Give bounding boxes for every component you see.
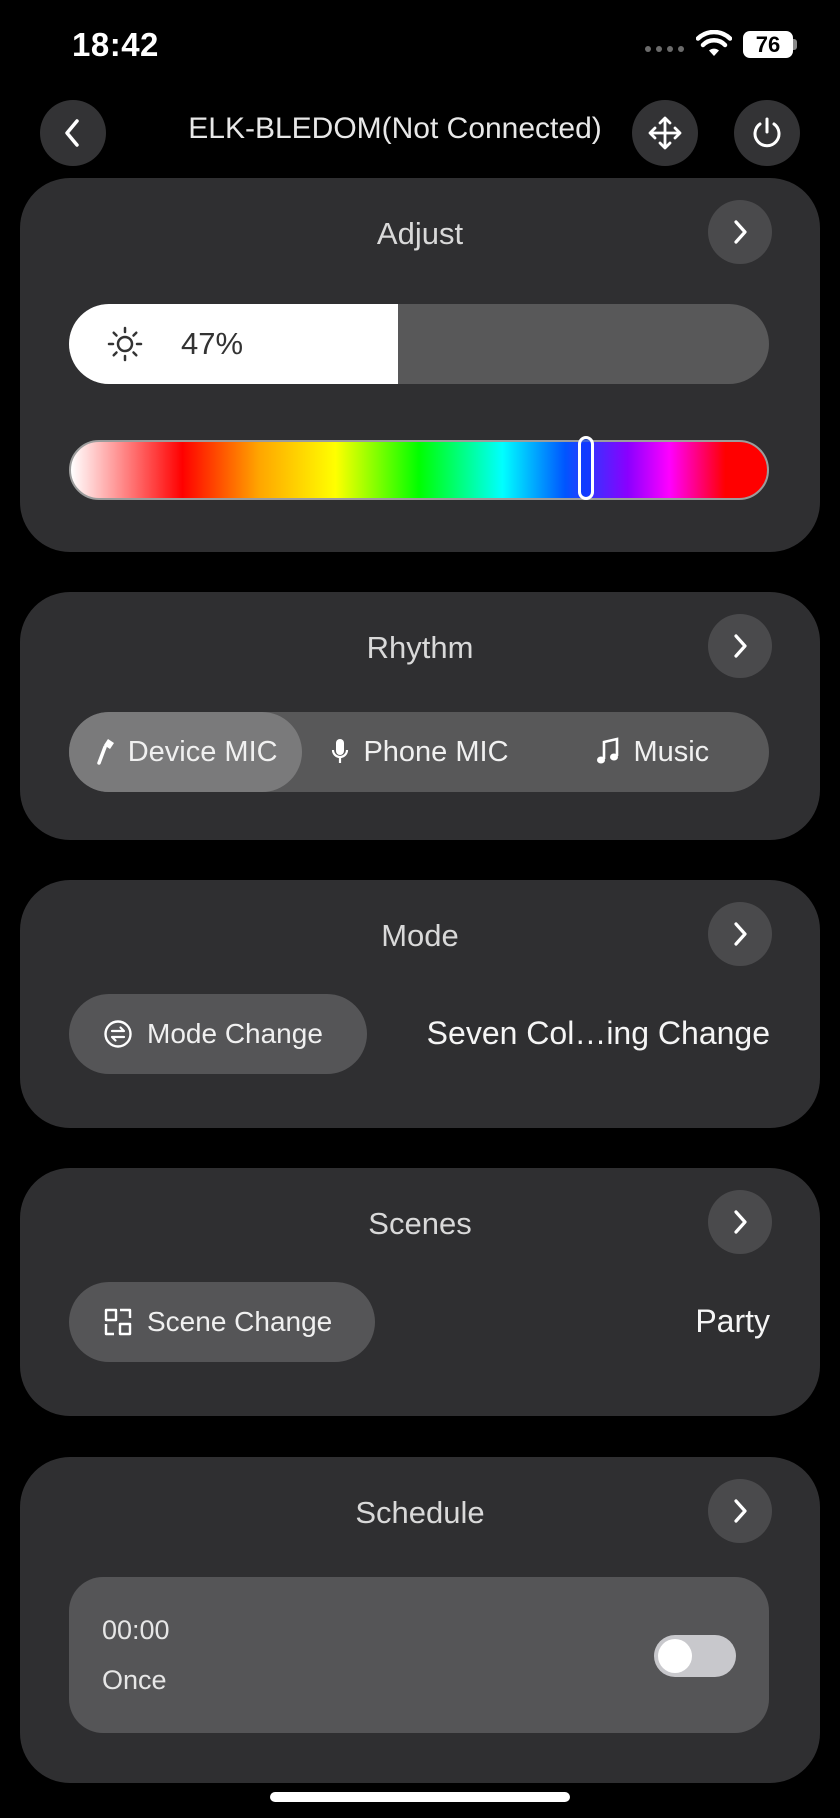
mode-change-button[interactable]: Mode Change bbox=[69, 994, 367, 1074]
wifi-icon bbox=[696, 30, 732, 56]
rhythm-card: Rhythm Device MIC Phone MIC Music bbox=[20, 592, 820, 840]
chevron-right-icon bbox=[734, 1499, 747, 1523]
sun-icon bbox=[107, 326, 143, 362]
chevron-right-icon bbox=[734, 922, 747, 946]
mode-card: Mode Mode Change Seven Col…ing Change bbox=[20, 880, 820, 1128]
color-slider-thumb[interactable] bbox=[578, 436, 595, 500]
rhythm-option-label: Music bbox=[633, 735, 710, 768]
move-arrows-icon bbox=[648, 116, 682, 150]
scenes-title: Scenes bbox=[368, 1206, 472, 1241]
schedule-repeat: Once bbox=[102, 1665, 167, 1695]
schedule-title: Schedule bbox=[355, 1495, 485, 1530]
status-time: 18:42 bbox=[72, 26, 159, 63]
mode-more-button[interactable] bbox=[708, 902, 772, 966]
move-button[interactable] bbox=[632, 100, 698, 166]
brightness-value: 47% bbox=[181, 326, 244, 361]
scene-switch-icon bbox=[104, 1308, 132, 1336]
chevron-right-icon bbox=[734, 1210, 747, 1234]
scenes-card: Scenes Scene Change Party bbox=[20, 1168, 820, 1416]
home-indicator bbox=[270, 1792, 570, 1802]
rhythm-source-selector: Device MIC Phone MIC Music bbox=[69, 712, 769, 792]
scenes-more-button[interactable] bbox=[708, 1190, 772, 1254]
schedule-more-button[interactable] bbox=[708, 1479, 772, 1543]
chevron-right-icon bbox=[734, 220, 747, 244]
cellular-signal-icon bbox=[645, 46, 684, 52]
schedule-card: Schedule 00:00 Once bbox=[20, 1457, 820, 1783]
adjust-more-button[interactable] bbox=[708, 200, 772, 264]
schedule-toggle[interactable] bbox=[654, 1635, 736, 1677]
rhythm-option-phone-mic[interactable]: Phone MIC bbox=[302, 712, 535, 792]
battery-cap bbox=[793, 39, 797, 50]
rhythm-option-music[interactable]: Music bbox=[536, 712, 769, 792]
color-slider[interactable] bbox=[69, 436, 769, 500]
chevron-right-icon bbox=[734, 634, 747, 658]
microphone-icon bbox=[332, 739, 349, 763]
scene-change-button[interactable]: Scene Change bbox=[69, 1282, 375, 1362]
schedule-entry[interactable]: 00:00 Once bbox=[69, 1577, 769, 1733]
mode-change-label: Mode Change bbox=[147, 1018, 323, 1049]
music-note-icon bbox=[597, 737, 619, 764]
rhythm-more-button[interactable] bbox=[708, 614, 772, 678]
current-mode: Seven Col…ing Change bbox=[426, 1015, 770, 1051]
scene-change-label: Scene Change bbox=[147, 1306, 333, 1337]
handheld-mic-icon bbox=[96, 739, 114, 765]
back-button[interactable] bbox=[40, 100, 106, 166]
toggle-knob bbox=[658, 1639, 692, 1673]
chevron-left-icon bbox=[65, 119, 79, 147]
rhythm-option-label: Device MIC bbox=[127, 735, 278, 768]
adjust-card: Adjust 47% bbox=[20, 178, 820, 552]
mode-title: Mode bbox=[381, 918, 459, 953]
rhythm-option-device-mic[interactable]: Device MIC bbox=[69, 712, 303, 792]
rhythm-option-label: Phone MIC bbox=[363, 735, 509, 768]
brightness-slider[interactable]: 47% bbox=[69, 304, 769, 384]
device-title: ELK-BLEDOM(Not Connected) bbox=[188, 112, 602, 145]
adjust-title: Adjust bbox=[376, 216, 464, 251]
schedule-time: 00:00 bbox=[102, 1615, 170, 1645]
current-scene: Party bbox=[695, 1303, 770, 1339]
rhythm-title: Rhythm bbox=[366, 630, 474, 665]
power-icon bbox=[753, 117, 781, 148]
swap-circle-icon bbox=[104, 1020, 132, 1048]
power-button[interactable] bbox=[734, 100, 800, 166]
battery-indicator: 76 bbox=[743, 31, 793, 58]
